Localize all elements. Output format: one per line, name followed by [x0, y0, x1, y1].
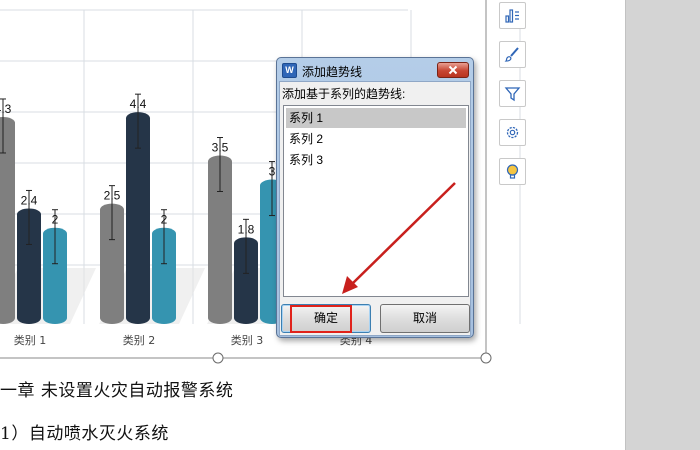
data-label: 4.3 — [0, 102, 12, 116]
resize-handle — [480, 352, 492, 364]
dialog-prompt: 添加基于系列的趋势线: — [282, 87, 406, 101]
data-label: 2.4 — [21, 193, 38, 207]
resize-handle — [212, 352, 224, 364]
data-label: 3 — [269, 165, 276, 179]
chart-settings-gear-icon — [506, 126, 519, 139]
document-text-line: 1）自动喷水灭火系统 — [0, 424, 169, 444]
dialog-close-button[interactable] — [437, 62, 469, 78]
category-label: 类别 3 — [231, 333, 264, 347]
list-item-series-1[interactable]: 系列 1 — [286, 108, 466, 128]
dialog-body: 添加基于系列的趋势线: 系列 1 系列 2 系列 3 确定 取消 — [279, 81, 471, 336]
online-chart-bulb-icon — [506, 164, 519, 179]
ok-button-highlight-box — [290, 305, 352, 333]
chart-elements-button[interactable] — [499, 2, 526, 29]
data-label: 2 — [161, 213, 168, 227]
chart-style-button[interactable] — [499, 41, 526, 68]
chart-filter-icon — [504, 87, 521, 102]
category-label: 类别 1 — [14, 333, 47, 347]
data-label: 4.4 — [130, 97, 147, 111]
workspace-background — [625, 0, 700, 450]
dialog-title: 添加趋势线 — [302, 65, 363, 79]
document-text-line: 一章 未设置火灾自动报警系统 — [0, 381, 234, 401]
chart-filter-button[interactable] — [499, 80, 526, 107]
data-label: 2 — [52, 213, 59, 227]
list-item-series-3[interactable]: 系列 3 — [286, 150, 466, 170]
data-label: 2.5 — [104, 189, 121, 203]
app-w-icon: W — [282, 63, 297, 78]
chart-style-brush-icon — [504, 47, 519, 62]
add-trendline-dialog: W 添加趋势线 添加基于系列的趋势线: 系列 1 系列 2 系列 3 确定 取消 — [276, 57, 474, 338]
data-label: 1.8 — [238, 222, 255, 236]
online-chart-button[interactable] — [499, 158, 526, 185]
chart-elements-icon — [505, 9, 519, 23]
data-label: 3.5 — [212, 140, 229, 154]
category-label: 类别 2 — [123, 333, 156, 347]
cancel-button[interactable]: 取消 — [380, 304, 470, 333]
chart-settings-button[interactable] — [499, 119, 526, 146]
list-item-series-2[interactable]: 系列 2 — [286, 129, 466, 149]
series-listbox[interactable]: 系列 1 系列 2 系列 3 — [283, 105, 469, 297]
bar — [0, 116, 15, 324]
close-icon — [448, 65, 458, 75]
